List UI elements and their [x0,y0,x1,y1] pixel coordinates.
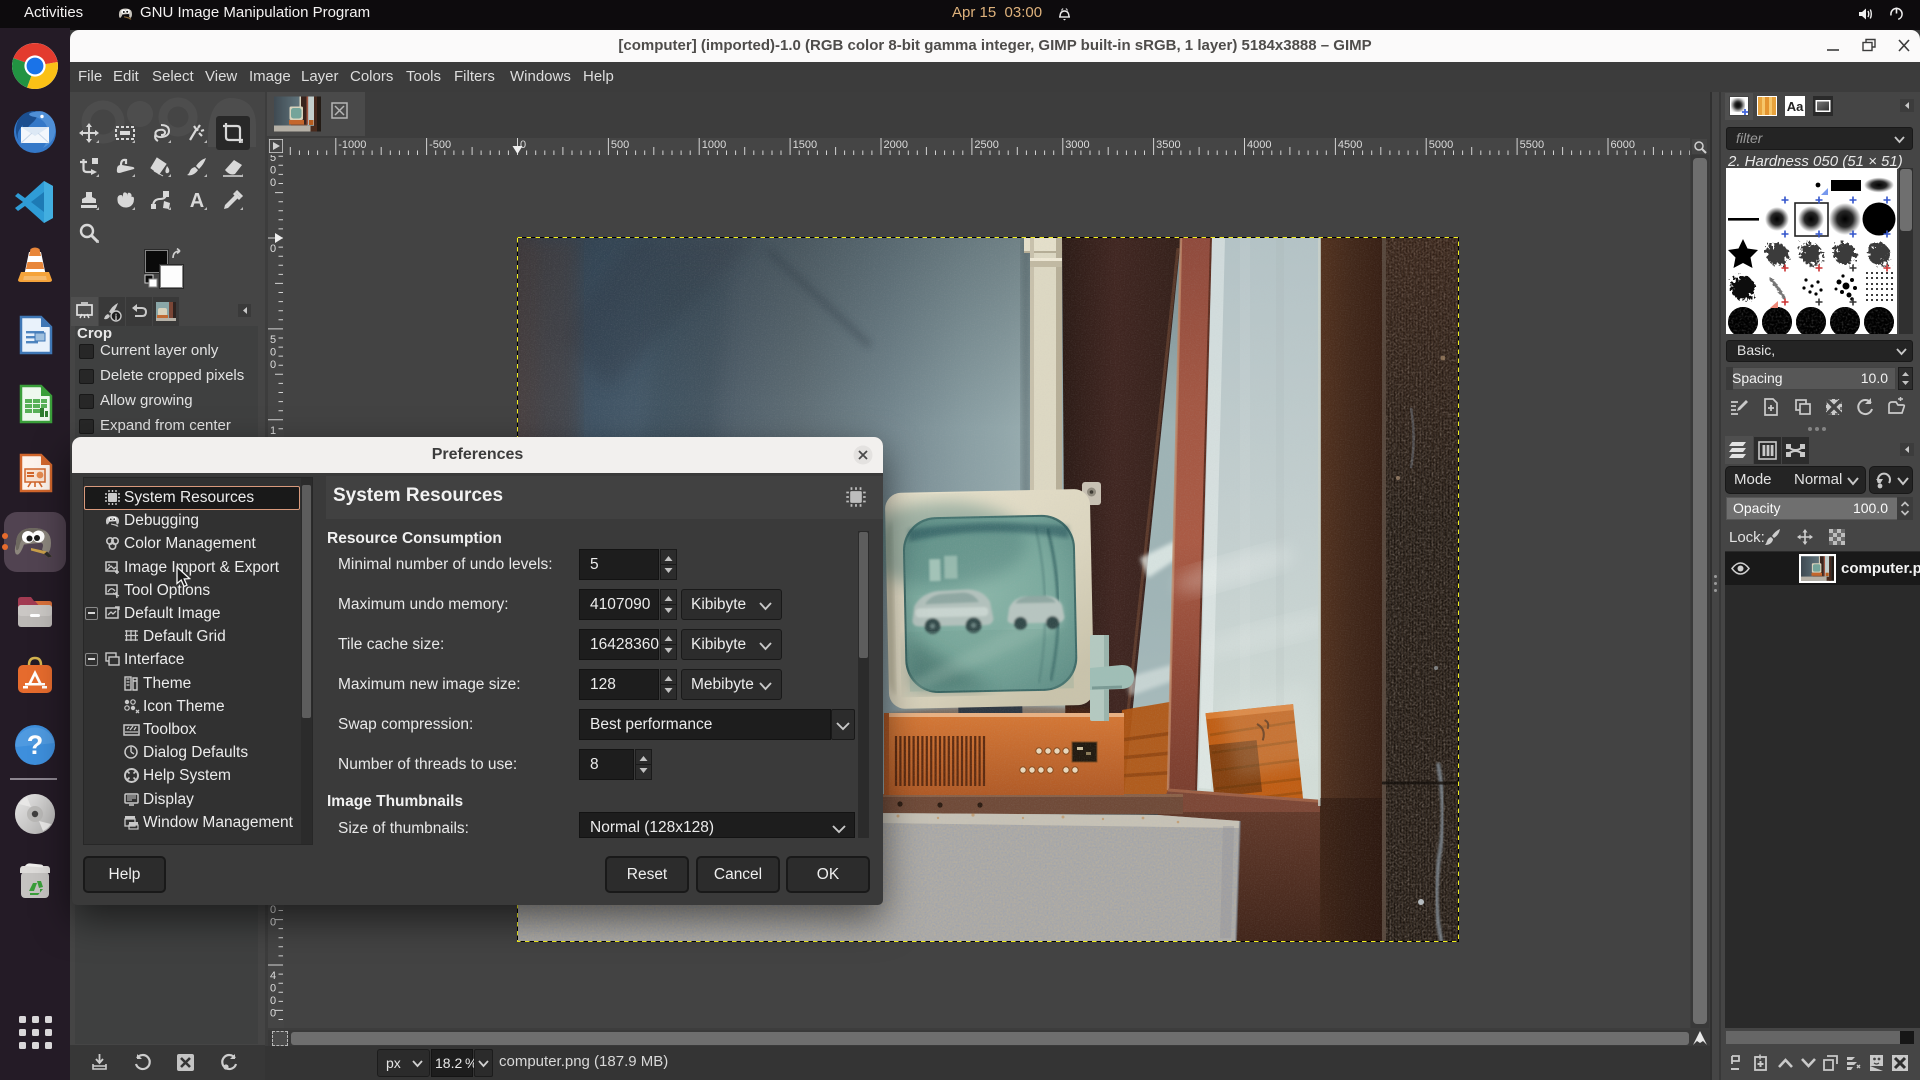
svg-text:0: 0 [270,1008,276,1020]
svg-text:A: A [190,190,204,211]
svg-text:0: 0 [270,995,276,1007]
svg-text:2000: 2000 [884,139,908,151]
svg-text:-1000: -1000 [338,139,366,151]
svg-text:0: 0 [270,243,276,255]
svg-text:500: 500 [611,139,629,151]
svg-text:4500: 4500 [1338,139,1362,151]
svg-text:0: 0 [270,165,276,177]
svg-text:1: 1 [270,425,276,437]
svg-text:5: 5 [270,155,276,164]
svg-text:5: 5 [270,334,276,346]
svg-text:4000: 4000 [1247,139,1271,151]
svg-text:5000: 5000 [1429,139,1453,151]
svg-text:?: ? [27,730,44,760]
svg-text:3000: 3000 [1065,139,1089,151]
svg-text:-500: -500 [429,139,451,151]
svg-text:1500: 1500 [793,139,817,151]
svg-text:0: 0 [270,917,276,929]
svg-text:2500: 2500 [974,139,998,151]
svg-text:0: 0 [270,904,276,916]
svg-text:3500: 3500 [1156,139,1180,151]
svg-text:5500: 5500 [1520,139,1544,151]
svg-text:0: 0 [270,177,276,189]
svg-text:0: 0 [520,139,526,151]
svg-text:0: 0 [270,983,276,995]
svg-text:4: 4 [270,970,276,982]
svg-text:0: 0 [270,359,276,371]
svg-text:6000: 6000 [1611,139,1635,151]
svg-text:0: 0 [270,346,276,358]
svg-text:1000: 1000 [702,139,726,151]
svg-text:Aa: Aa [1787,99,1804,114]
